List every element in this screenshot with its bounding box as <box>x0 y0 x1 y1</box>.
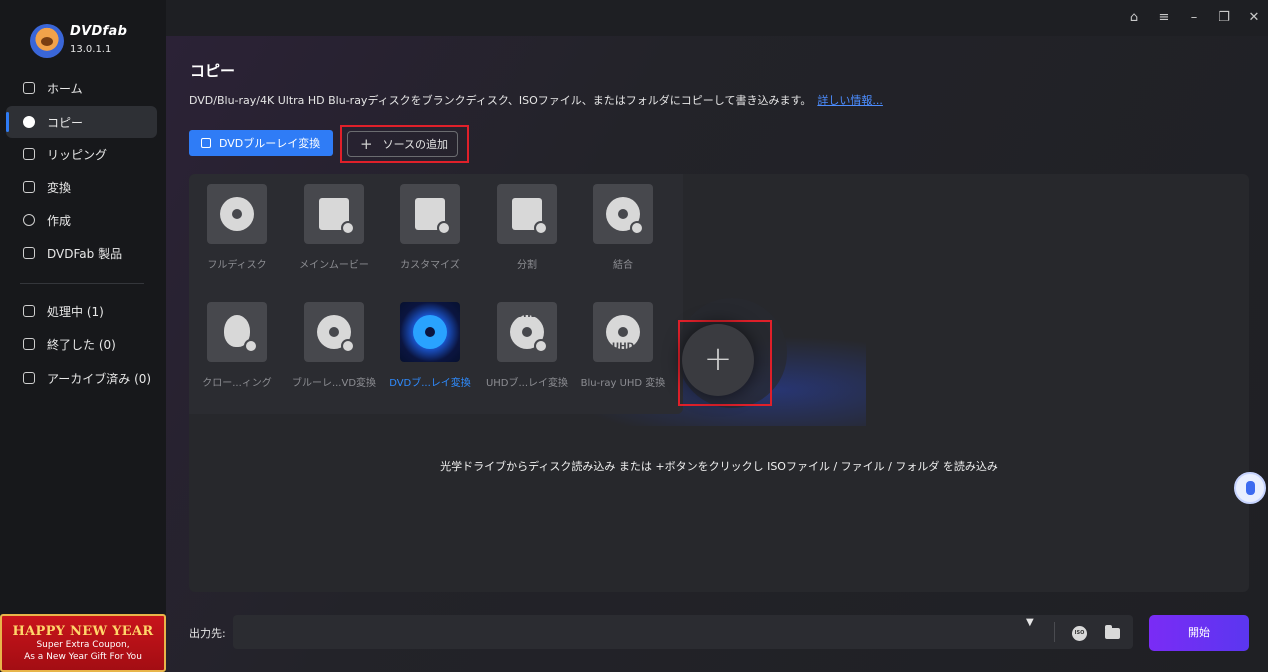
sidebar-item-converter[interactable]: 変換 <box>6 171 157 203</box>
description-text: DVD/Blu-ray/4K Ultra HD Blu-rayディスクをブランク… <box>189 94 812 107</box>
products-icon <box>23 247 35 259</box>
plus-icon: + <box>360 135 373 153</box>
sidebar-item-copy[interactable]: コピー <box>6 106 157 138</box>
menu-icon[interactable]: ≡ <box>1156 10 1172 26</box>
sidebar-item-label: アーカイブ済み (0) <box>47 371 152 386</box>
mode-label: Blu-ray UHD 変換 <box>580 378 666 389</box>
mode-full-disc[interactable]: フルディスク <box>187 184 287 271</box>
sidebar-item-label: 処理中 (1) <box>47 304 104 319</box>
add-source-plus-button[interactable]: + <box>682 324 754 396</box>
sidebar-item-label: 変換 <box>47 180 72 195</box>
iso-icon[interactable]: ISO <box>1072 626 1087 641</box>
brand-name: DVDfab <box>70 24 128 39</box>
copy-mode-panel: フルディスク メインムービー カスタマイズ 分割 結合 クロー...ィング ブル… <box>189 174 683 414</box>
processing-icon <box>23 305 35 317</box>
sidebar-item-label: コピー <box>47 115 84 130</box>
chevron-down-icon[interactable]: ▼ <box>1026 617 1034 628</box>
shirt-icon[interactable]: ⌂ <box>1126 10 1142 26</box>
exit-icon <box>201 138 211 148</box>
sidebar: DVDfab 13.0.1.1 ホーム コピー リッピング 変換 作成 DVDF… <box>0 0 166 672</box>
add-source-label: ソースの追加 <box>382 138 449 151</box>
promo-banner[interactable]: HAPPY NEW YEAR Super Extra Coupon, As a … <box>0 614 166 672</box>
mode-label: 結合 <box>613 260 633 271</box>
main-movie-icon <box>304 184 364 244</box>
more-info-link[interactable]: 詳しい情報... <box>817 94 883 107</box>
mode-split[interactable]: 分割 <box>477 184 577 271</box>
page-description: DVD/Blu-ray/4K Ultra HD Blu-rayディスクをブランク… <box>189 92 883 108</box>
finished-icon <box>23 338 35 350</box>
copy-panel: コピー DVD/Blu-ray/4K Ultra HD Blu-rayディスクを… <box>166 36 1268 672</box>
promo-line-1: Super Extra Coupon, <box>36 640 130 650</box>
customize-icon <box>400 184 460 244</box>
app-version: 13.0.1.1 <box>70 44 112 55</box>
split-icon <box>497 184 557 244</box>
copy-disc-icon <box>23 116 35 128</box>
sidebar-item-ripper[interactable]: リッピング <box>6 138 157 170</box>
mode-label: メインムービー <box>299 260 369 271</box>
output-divider <box>1054 622 1055 642</box>
output-label: 出力先: <box>189 627 226 640</box>
sidebar-item-processing[interactable]: 処理中 (1) <box>6 295 157 327</box>
add-source-button[interactable]: + ソースの追加 <box>347 131 458 157</box>
home-icon <box>23 82 35 94</box>
mode-uhd-to-bluray[interactable]: UHD UHDブ...レイ変換 <box>477 302 577 389</box>
assistant-icon[interactable] <box>1234 472 1266 504</box>
close-icon[interactable]: ✕ <box>1246 10 1262 26</box>
promo-title: HAPPY NEW YEAR <box>12 624 154 639</box>
archive-icon <box>23 372 35 384</box>
bluray-to-dvd-icon <box>304 302 364 362</box>
mode-bluray-to-uhd[interactable]: UHD Blu-ray UHD 変換 <box>573 302 673 389</box>
page-title: コピー <box>190 62 236 80</box>
sidebar-item-archived[interactable]: アーカイブ済み (0) <box>6 362 157 394</box>
dvdfab-logo-icon <box>30 24 64 58</box>
sidebar-item-label: DVDFab 製品 <box>47 246 123 261</box>
mode-dvd-to-bluray[interactable]: DVDブ...レイ変換 <box>380 302 480 389</box>
sidebar-item-finished[interactable]: 終了した (0) <box>6 328 157 360</box>
sidebar-item-label: リッピング <box>47 147 108 162</box>
mode-merge[interactable]: 結合 <box>573 184 673 271</box>
mode-label: DVDブ...レイ変換 <box>389 378 471 389</box>
mode-label: UHDブ...レイ変換 <box>485 378 569 389</box>
mode-customize[interactable]: カスタマイズ <box>380 184 480 271</box>
sidebar-divider <box>20 283 144 284</box>
folder-icon[interactable] <box>1105 625 1120 639</box>
minimize-icon[interactable]: – <box>1186 10 1202 26</box>
mode-label: 分割 <box>517 260 537 271</box>
ripper-icon <box>23 148 35 160</box>
mode-label: ブルーレ...VD変換 <box>291 378 377 389</box>
uhd-to-bluray-icon: UHD <box>497 302 557 362</box>
sidebar-item-label: 終了した (0) <box>47 337 116 352</box>
mode-label: フルディスク <box>207 260 267 271</box>
restore-icon[interactable]: ❐ <box>1216 10 1232 26</box>
converter-icon <box>23 181 35 193</box>
sidebar-item-label: ホーム <box>47 81 83 96</box>
dvd-to-bluray-icon <box>400 302 460 362</box>
creator-icon <box>23 214 35 226</box>
dvdfab-window: DVDfab 13.0.1.1 ホーム コピー リッピング 変換 作成 DVDF… <box>0 0 1268 672</box>
clone-burn-icon <box>207 302 267 362</box>
sidebar-item-home[interactable]: ホーム <box>6 72 157 104</box>
drop-hint: 光学ドライブからディスク読み込み または +ボタンをクリックし ISOファイル … <box>440 460 998 473</box>
bluray-to-uhd-icon: UHD <box>593 302 653 362</box>
sidebar-item-label: 作成 <box>47 213 72 228</box>
output-path-field[interactable] <box>233 615 1133 649</box>
start-button[interactable]: 開始 <box>1149 615 1249 651</box>
dvd-to-bluray-button[interactable]: DVDブルーレイ変換 <box>189 130 333 156</box>
full-disc-icon <box>207 184 267 244</box>
mode-label: カスタマイズ <box>400 260 460 271</box>
mode-clone-burn[interactable]: クロー...ィング <box>187 302 287 389</box>
promo-line-2: As a New Year Gift For You <box>24 652 142 662</box>
add-source-highlight: + ソースの追加 <box>340 125 469 163</box>
sidebar-item-creator[interactable]: 作成 <box>6 204 157 236</box>
dvd-button-label: DVDブルーレイ変換 <box>219 137 321 150</box>
sidebar-item-products[interactable]: DVDFab 製品 <box>6 237 157 269</box>
mode-label: クロー...ィング <box>202 378 272 389</box>
mode-bluray-to-dvd[interactable]: ブルーレ...VD変換 <box>284 302 384 389</box>
merge-icon <box>593 184 653 244</box>
mode-main-movie[interactable]: メインムービー <box>284 184 384 271</box>
